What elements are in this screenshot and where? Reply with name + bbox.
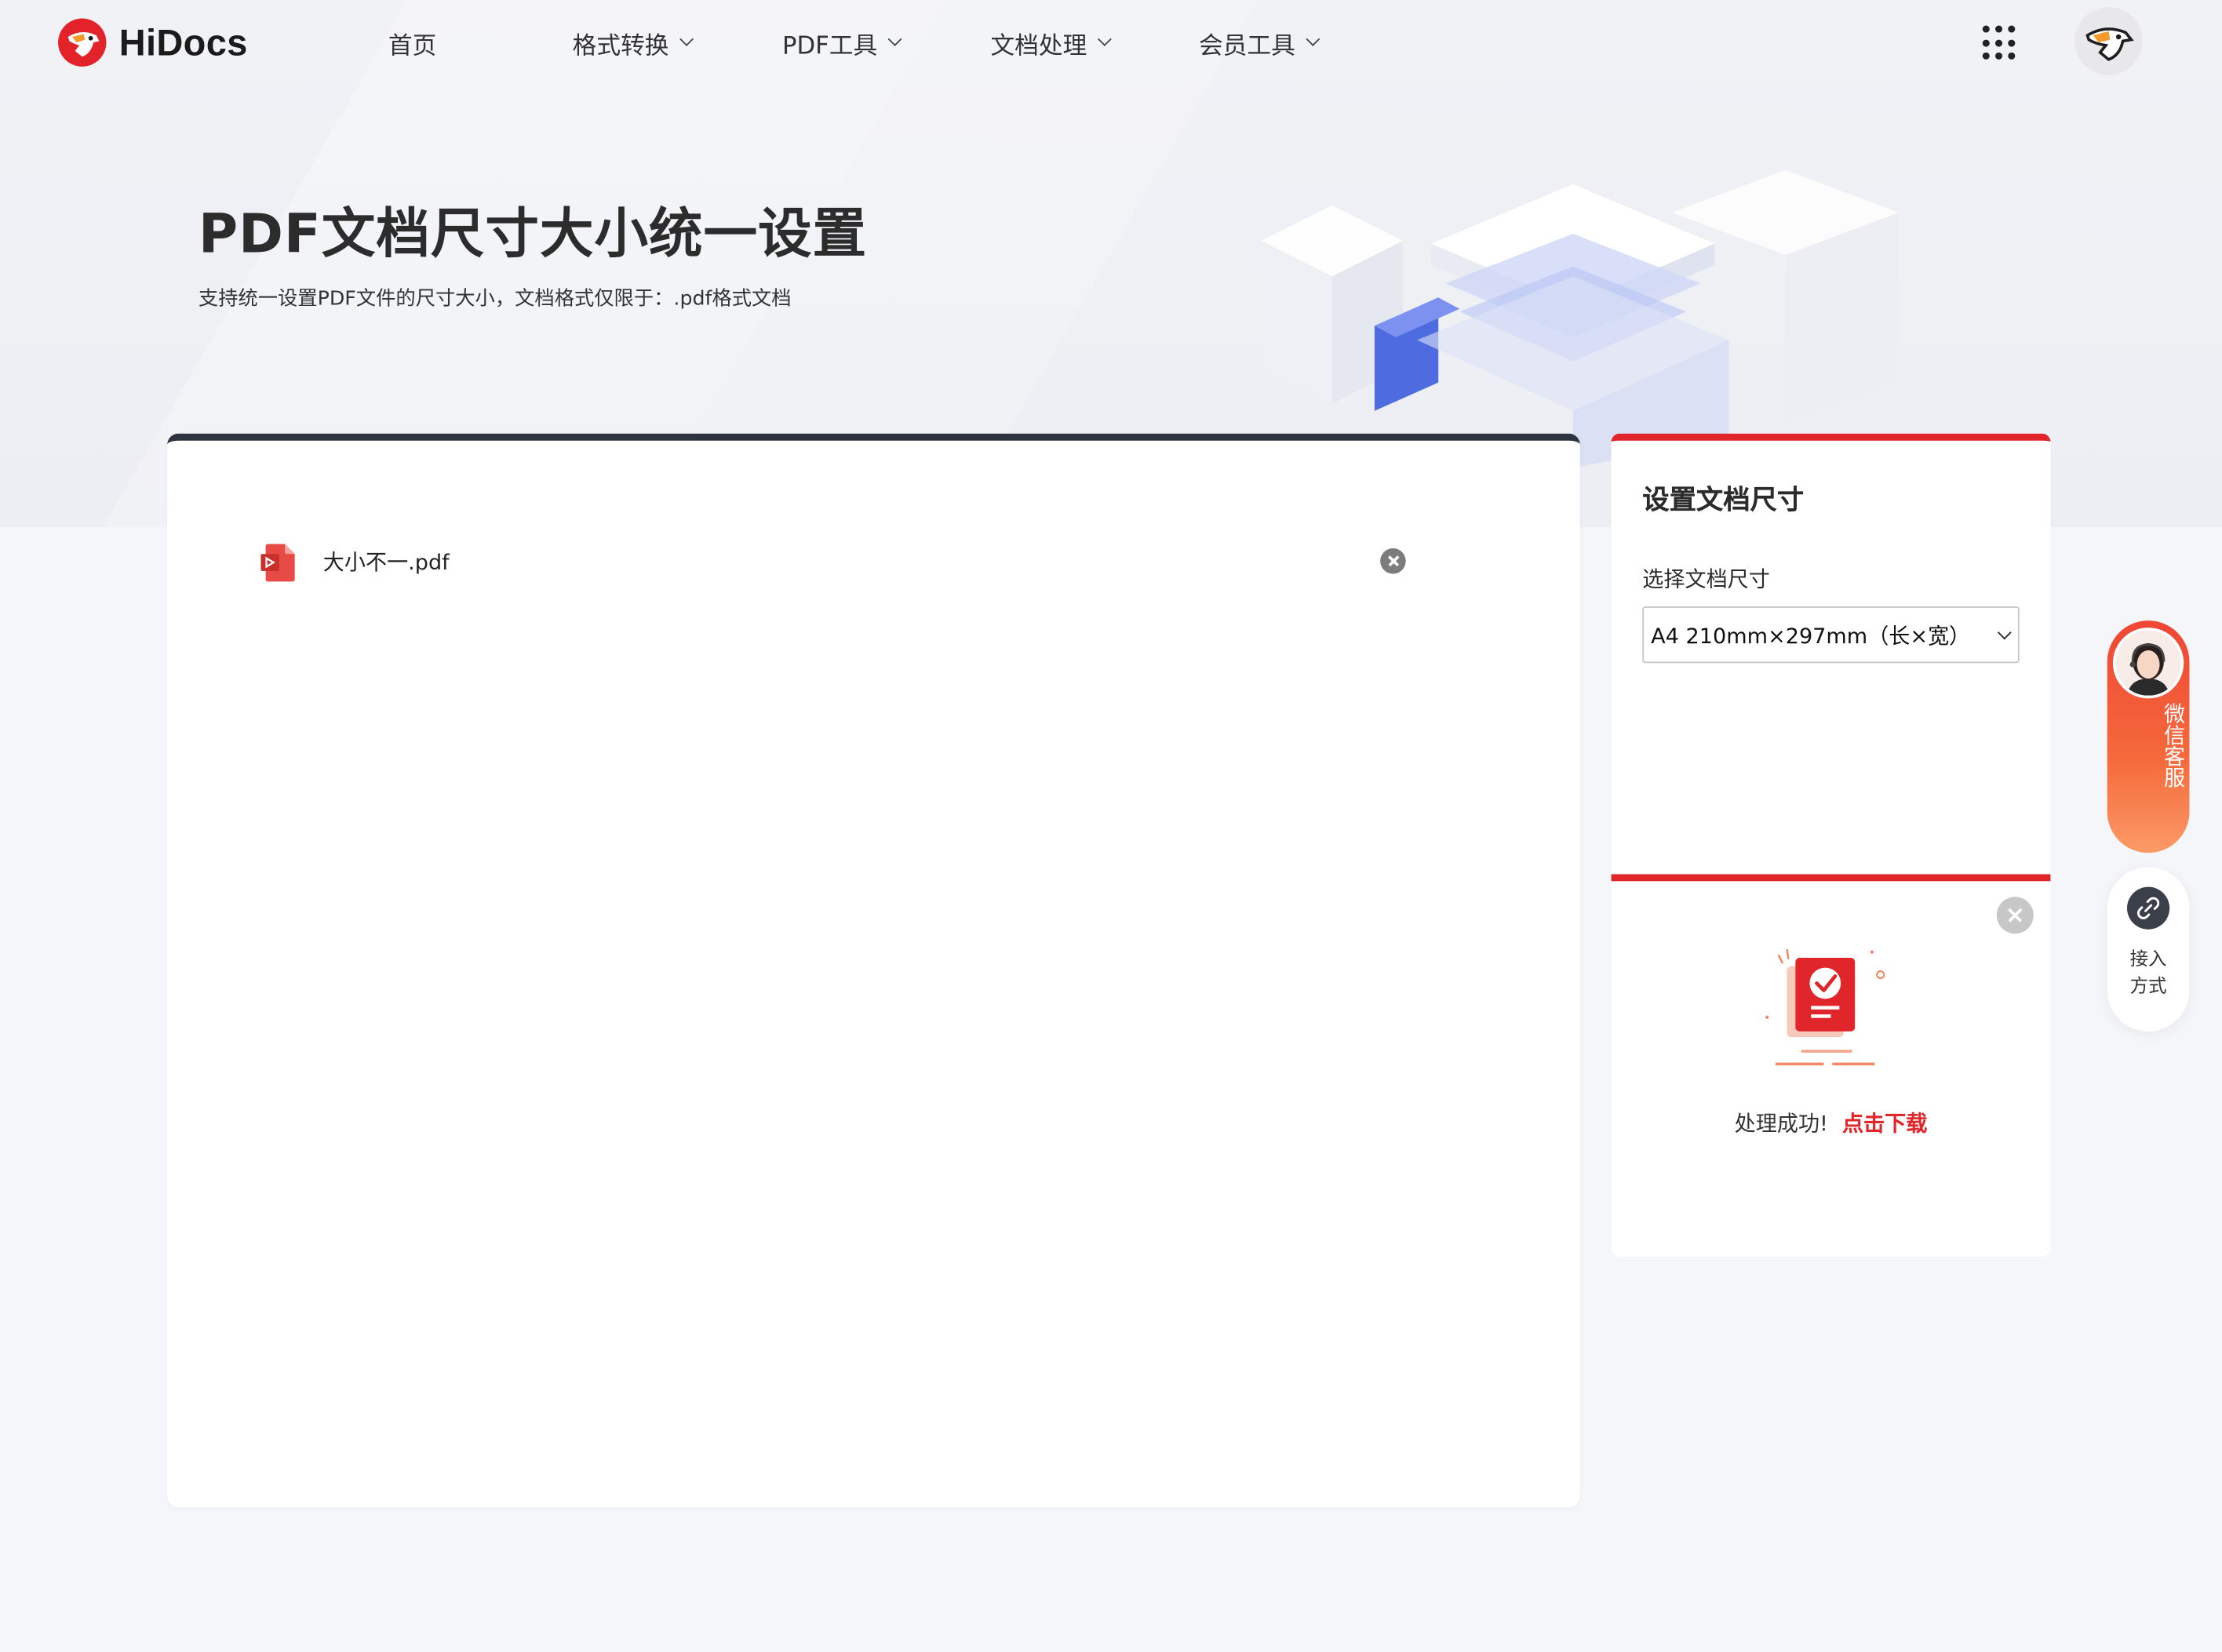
user-avatar[interactable] xyxy=(2074,7,2143,75)
access-method-button[interactable]: 接入 方式 xyxy=(2107,867,2190,1032)
mascot-avatar-icon xyxy=(2085,27,2134,61)
result-message: 处理成功! xyxy=(1734,1110,1828,1137)
nav-member-tools-label: 会员工具 xyxy=(1198,32,1295,61)
result-message-row: 处理成功! 点击下载 xyxy=(1612,1108,2051,1137)
nav-document-processing[interactable]: 文档处理 xyxy=(990,26,1112,61)
chevron-down-icon xyxy=(1097,32,1112,46)
settings-card: 设置文档尺寸 选择文档尺寸 A4 210mm×297mm（长×宽） xyxy=(1611,433,2051,873)
brand-logo[interactable]: HiDocs xyxy=(56,14,247,71)
size-select-label: 选择文档尺寸 xyxy=(1642,566,1770,592)
nav-document-processing-label: 文档处理 xyxy=(990,32,1087,61)
access-method-label-line2: 方式 xyxy=(2129,976,2167,998)
nav-pdf-tools-label: PDF工具 xyxy=(781,32,878,61)
chevron-down-icon xyxy=(1306,32,1320,46)
hero-illustration xyxy=(1261,169,1900,468)
document-size-select[interactable]: A4 210mm×297mm（长×宽） xyxy=(1642,606,2020,664)
remove-file-button[interactable] xyxy=(1380,548,1406,574)
wechat-service-button[interactable]: 微信客服 xyxy=(2107,620,2190,853)
pdf-file-icon xyxy=(260,544,295,582)
support-agent-avatar xyxy=(2112,628,2184,699)
page-title: PDF文档尺寸大小统一设置 xyxy=(198,202,868,265)
download-link[interactable]: 点击下载 xyxy=(1842,1111,1927,1137)
file-name: 大小不一.pdf xyxy=(322,549,450,576)
access-method-label: 接入 方式 xyxy=(2107,946,2190,1000)
success-document-icon xyxy=(1765,948,1885,1066)
nav-pdf-tools[interactable]: PDF工具 xyxy=(781,26,902,61)
apps-grid-icon[interactable] xyxy=(1982,25,2020,63)
close-result-button[interactable] xyxy=(1996,897,2034,934)
top-navigation: HiDocs 首页 格式转换 PDF工具 文档处理 会员工具 xyxy=(0,0,2222,85)
nav-home[interactable]: 首页 xyxy=(388,26,436,61)
nav-member-tools[interactable]: 会员工具 xyxy=(1198,26,1320,61)
access-method-label-line1: 接入 xyxy=(2129,949,2167,971)
page: HiDocs 首页 格式转换 PDF工具 文档处理 会员工具 PDF文档尺寸大小… xyxy=(0,0,2222,1652)
file-list-panel: 大小不一.pdf xyxy=(167,433,1580,1508)
nav-format-convert[interactable]: 格式转换 xyxy=(572,26,694,61)
brand-name: HiDocs xyxy=(118,20,248,64)
nav-format-convert-label: 格式转换 xyxy=(572,32,669,61)
nav-home-label: 首页 xyxy=(388,32,437,61)
wechat-service-label: 微信客服 xyxy=(2161,702,2187,788)
settings-title: 设置文档尺寸 xyxy=(1642,484,1805,516)
result-card: 处理成功! 点击下载 xyxy=(1611,874,2051,1257)
hidocs-logo-icon xyxy=(58,18,107,67)
chevron-down-icon xyxy=(1997,625,2012,640)
file-list-item: 大小不一.pdf xyxy=(260,540,1408,585)
link-icon xyxy=(2126,886,2170,930)
page-subtitle: 支持统一设置PDF文件的尺寸大小，文档格式仅限于：.pdf格式文档 xyxy=(198,287,792,311)
chevron-down-icon xyxy=(887,32,902,46)
document-size-value: A4 210mm×297mm（长×宽） xyxy=(1651,622,1971,649)
chevron-down-icon xyxy=(679,32,694,46)
